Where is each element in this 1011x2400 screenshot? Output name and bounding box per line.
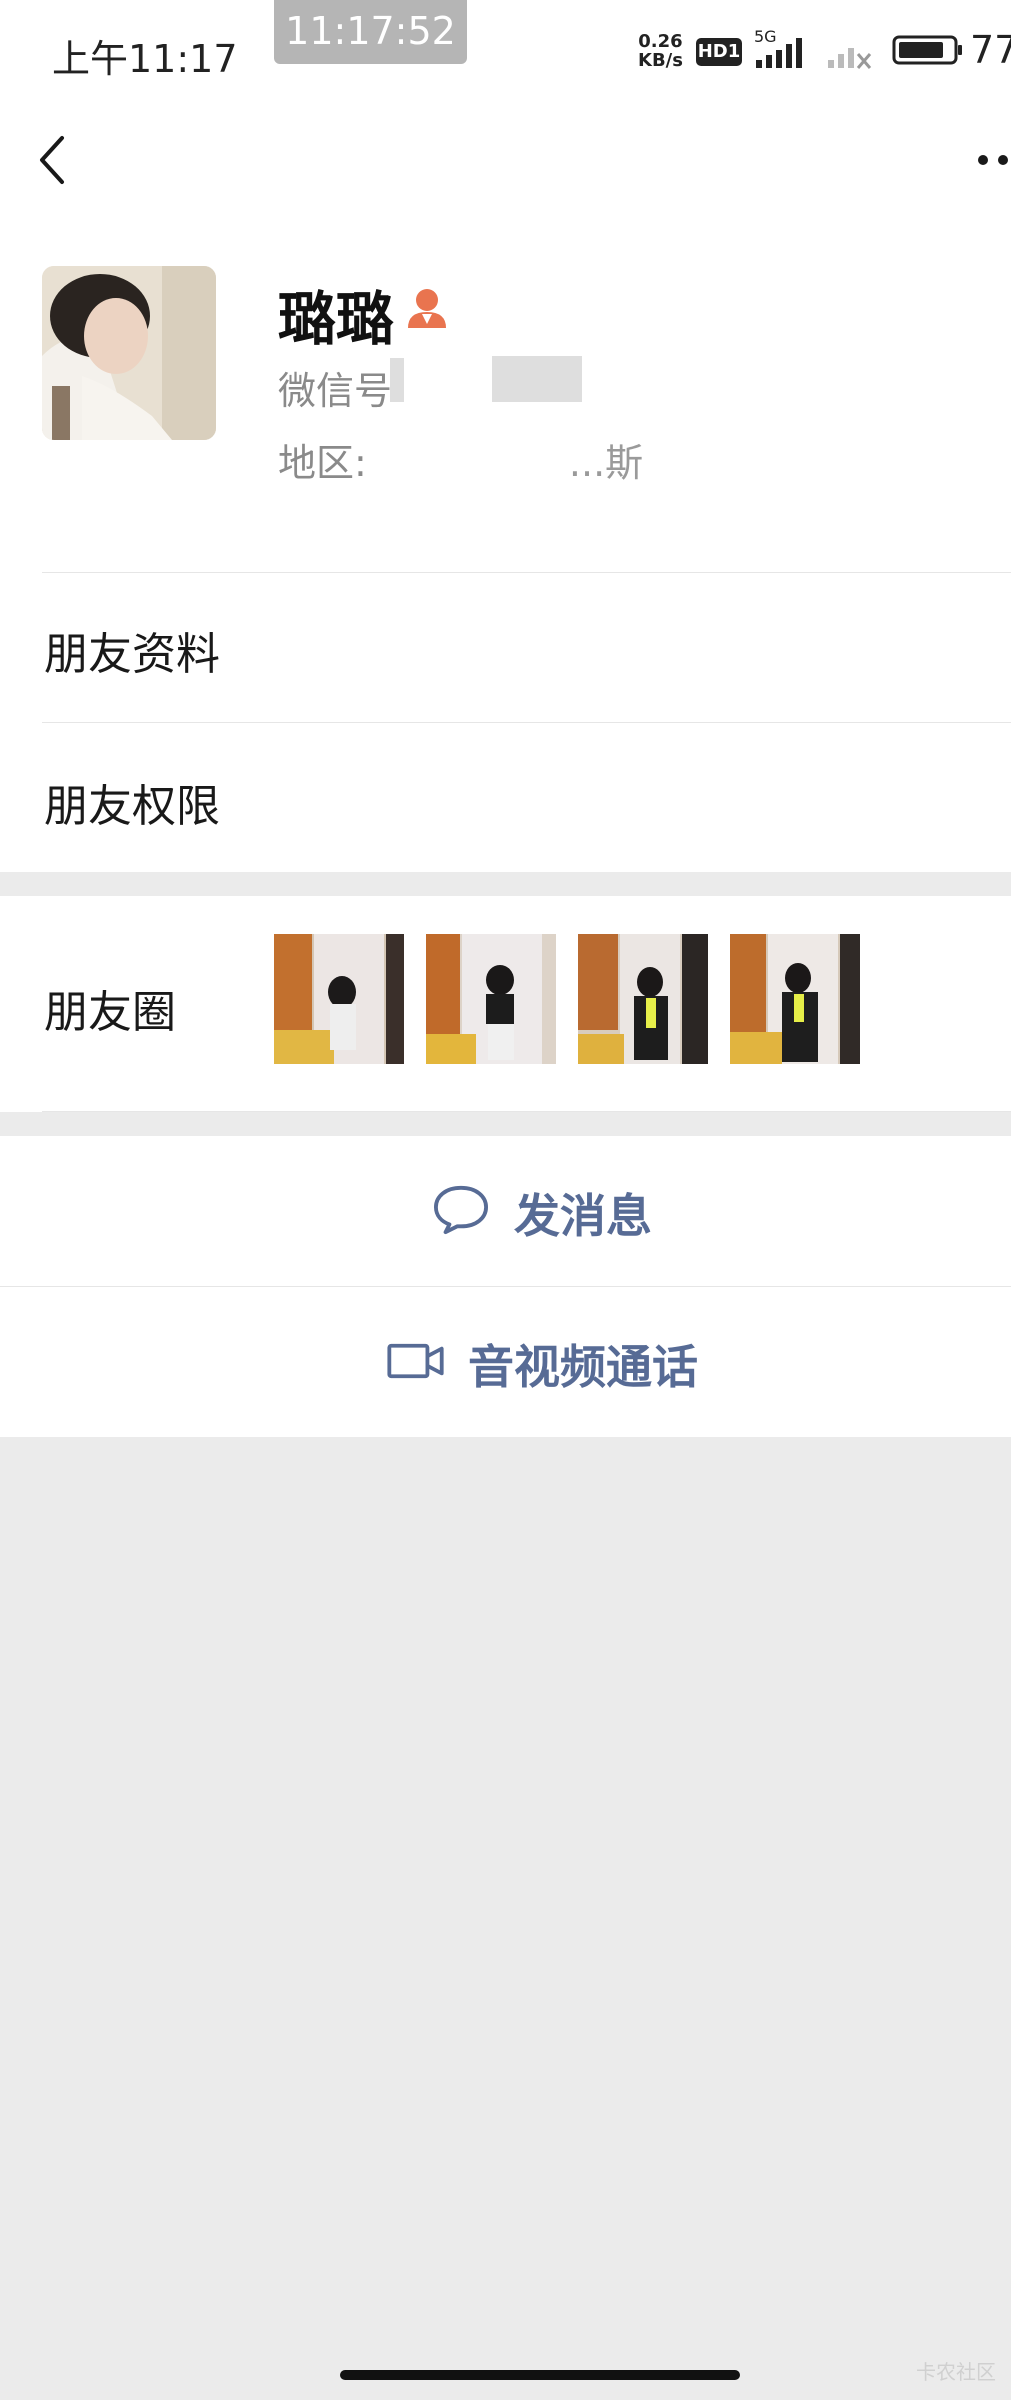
wechat-id-redacted (390, 358, 404, 402)
network-speed: 0.26 KB/s (638, 32, 683, 70)
nav-bar (0, 100, 1011, 220)
network-speed-unit: KB/s (638, 50, 683, 71)
moments-row[interactable]: 朋友圈 (0, 896, 1011, 1112)
contact-name: 璐璐 (278, 285, 395, 353)
recording-timer: 11:17:52 (274, 0, 467, 64)
avatar[interactable] (42, 266, 216, 440)
friend-info-label: 朋友资料 (44, 629, 220, 680)
more-dots-icon[interactable] (975, 150, 1011, 170)
moments-thumbnail (426, 934, 556, 1064)
region-value-fragment: ...斯 (568, 441, 644, 485)
signal-strength-2-icon (828, 48, 872, 69)
hd-badge: HD1 (696, 38, 742, 66)
friend-info-row[interactable]: 朋友资料 (0, 572, 1011, 722)
video-call-button[interactable]: 音视频通话 (0, 1287, 1011, 1437)
video-call-label: 音视频通话 (468, 1340, 698, 1394)
wechat-id-redacted-block (492, 356, 582, 402)
send-message-button[interactable]: 发消息 (0, 1136, 1011, 1286)
signal-strength-icon: 5G (754, 28, 802, 68)
status-bar: 上午11:17 11:17:52 0.26 KB/s HD1 5G 77 (0, 0, 1011, 100)
battery-icon (892, 35, 962, 65)
battery-percent: 77 (970, 28, 1011, 72)
back-arrow-icon[interactable] (30, 130, 80, 190)
watermark: 卡农社区 (916, 2360, 996, 2384)
friend-permissions-row[interactable]: 朋友权限 (0, 722, 1011, 872)
moments-thumbnail (274, 934, 404, 1064)
network-type-label: 5G (754, 28, 777, 46)
moments-label: 朋友圈 (44, 987, 176, 1038)
divider (42, 722, 1011, 723)
region: 地区: ...斯 (278, 432, 643, 487)
wechat-id: 微信号 (278, 360, 392, 415)
status-time: 上午11:17 (52, 37, 238, 81)
friend-permissions-label: 朋友权限 (44, 781, 220, 832)
wechat-id-label: 微信号 (278, 369, 393, 413)
home-indicator[interactable] (340, 2370, 740, 2380)
chat-bubble-icon (433, 1185, 488, 1235)
video-camera-icon (387, 1343, 444, 1379)
network-speed-value: 0.26 (638, 31, 683, 52)
female-gender-icon (408, 289, 446, 328)
moments-thumbnail (578, 934, 708, 1064)
moments-thumbnail (730, 934, 860, 1064)
divider (42, 1111, 1011, 1112)
send-message-label: 发消息 (514, 1189, 652, 1243)
contact-profile-screen: 上午11:17 11:17:52 0.26 KB/s HD1 5G 77 璐璐 … (0, 0, 1011, 2400)
divider (42, 572, 1011, 573)
region-label: 地区: (278, 441, 367, 485)
profile-header: 璐璐 微信号 地区: ...斯 (0, 220, 1011, 572)
